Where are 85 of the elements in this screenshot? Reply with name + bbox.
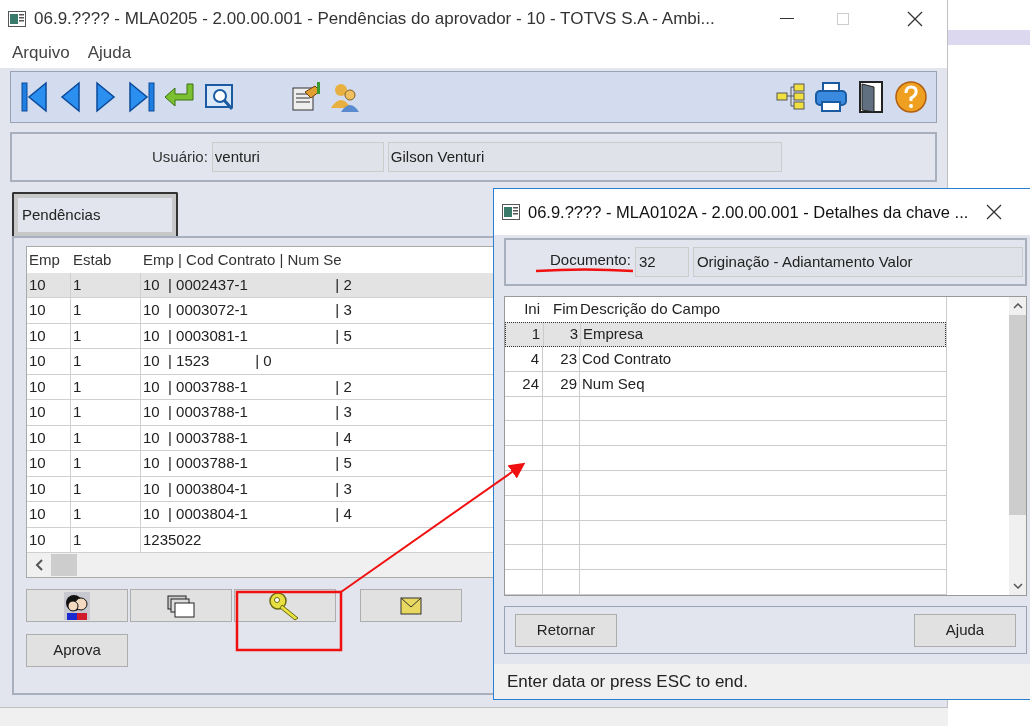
table-cell: 1 — [71, 272, 141, 298]
table-cell: 1 — [71, 298, 141, 323]
table-cell: 29 — [543, 371, 580, 396]
table-cell: 10 — [27, 527, 71, 553]
table-cell-text: 1235022 — [142, 529, 202, 550]
scroll-thumb[interactable] — [51, 554, 77, 577]
user-name-field[interactable]: Gilson Venturi — [387, 142, 782, 172]
table-cell-text: 10 | 0003804-1 | 3 — [142, 478, 352, 499]
table-cell: 10 — [27, 298, 71, 323]
table-cell: 10 — [27, 502, 71, 527]
column-header[interactable]: Estab — [71, 248, 141, 272]
table-row[interactable]: 4 23 Cod Contrato — [505, 347, 946, 372]
scroll-left-icon[interactable] — [35, 559, 43, 572]
status-text: Enter data or press ESC to end. — [507, 670, 748, 693]
vertical-scrollbar[interactable] — [1009, 297, 1026, 595]
table-cell: 10 — [27, 425, 71, 451]
column-header[interactable]: Fim — [543, 298, 580, 321]
dialog-title: 06.9.???? - MLA0102A - 2.00.00.001 - Detalhes da chave ... — [528, 201, 969, 223]
scroll-thumb[interactable] — [1009, 315, 1026, 515]
action-button[interactable] — [26, 589, 128, 622]
menu-item[interactable]: Ajuda — [87, 40, 132, 66]
document-handshake-icon[interactable] — [289, 80, 323, 114]
table-cell: 1 — [71, 349, 141, 374]
table-cell-text: 10 | 0003072-1 | 3 — [142, 300, 352, 321]
close-icon[interactable] — [907, 11, 923, 27]
help-icon[interactable] — [894, 80, 928, 114]
menu-item[interactable]: Arquivo — [12, 40, 70, 66]
table-cell-text: 10 | 0003788-1 | 3 — [142, 402, 352, 423]
table-cell-text: 10 | 0003788-1 | 4 — [142, 427, 352, 448]
column-header[interactable]: Emp | Cod Contrato | Num Se — [141, 248, 342, 272]
table-cell: 10 — [27, 400, 71, 425]
first-record-icon[interactable] — [19, 80, 49, 114]
minimize-icon[interactable] — [780, 18, 794, 20]
table-cell: 10 — [27, 323, 71, 349]
window-icon — [502, 204, 520, 220]
scroll-down-icon[interactable] — [1012, 583, 1023, 589]
table-cell: 1 — [71, 425, 141, 451]
folders-icon — [167, 593, 195, 618]
document-description-field[interactable]: Originação - Adiantamento Valor — [692, 247, 1023, 277]
table-cell-text: Num Seq — [581, 373, 646, 394]
table-row[interactable]: 1 3 Empresa — [505, 322, 946, 348]
table-cell: 4 — [505, 347, 543, 371]
table-cell: 24 — [505, 371, 543, 396]
table-cell: 23 — [543, 347, 580, 371]
envelope-icon — [400, 596, 422, 615]
table-cell: 1 — [71, 400, 141, 425]
table-cell: 10 — [27, 476, 71, 502]
table-cell-text: 10 | 0003804-1 | 4 — [142, 504, 352, 525]
table-cell: 1 — [71, 476, 141, 502]
table-cell-text: Cod Contrato — [581, 348, 673, 369]
table-cell: 1 — [71, 527, 141, 553]
table-cell: 10 — [27, 451, 71, 476]
table-cell: 10 — [27, 272, 71, 298]
table-cell: 1 — [71, 451, 141, 476]
user-login-field[interactable]: venturi — [211, 142, 384, 172]
tab[interactable]: Pendências — [12, 192, 178, 236]
last-record-icon[interactable] — [127, 80, 157, 114]
table-cell: 3 — [544, 323, 581, 347]
table-cell: 10 — [27, 374, 71, 400]
table-cell: 1 — [71, 374, 141, 400]
scroll-up-icon[interactable] — [1012, 303, 1023, 309]
table-cell-text: 10 | 1523 | 0 — [142, 351, 272, 372]
user-label: Usuário: — [152, 146, 208, 167]
document-label: Documento: — [550, 252, 631, 268]
help-button[interactable]: Ajuda — [914, 613, 1016, 647]
table-cell: 10 — [27, 349, 71, 374]
return-button[interactable]: Retornar — [515, 613, 617, 647]
table-cell: 1 — [71, 502, 141, 527]
table-cell: 1 — [506, 323, 544, 347]
column-header[interactable]: Emp — [27, 248, 71, 272]
table-cell-text: 10 | 0003788-1 | 5 — [142, 453, 352, 474]
table-cell-text: 10 | 0003788-1 | 2 — [142, 376, 352, 397]
table-cell-text: 10 | 0002437-1 | 2 — [142, 274, 352, 295]
close-icon[interactable] — [986, 204, 1003, 220]
window-title: 06.9.???? - MLA0205 - 2.00.00.001 - Pendências do aprovador - 10 - TOTVS S.A - Ambi... — [34, 8, 715, 31]
table-cell-text: 10 | 0003081-1 | 5 — [142, 325, 352, 346]
table-row[interactable]: 24 29 Num Seq — [505, 371, 946, 397]
column-header[interactable]: Ini — [505, 298, 543, 321]
window-icon — [8, 11, 26, 27]
table-cell: 1 — [71, 323, 141, 349]
document-code-field[interactable]: 32 — [634, 247, 689, 277]
printer-icon[interactable] — [814, 80, 848, 114]
table-cell-text: Empresa — [582, 324, 645, 345]
people-icon — [64, 591, 90, 620]
approve-button[interactable]: Aprova — [26, 634, 128, 667]
